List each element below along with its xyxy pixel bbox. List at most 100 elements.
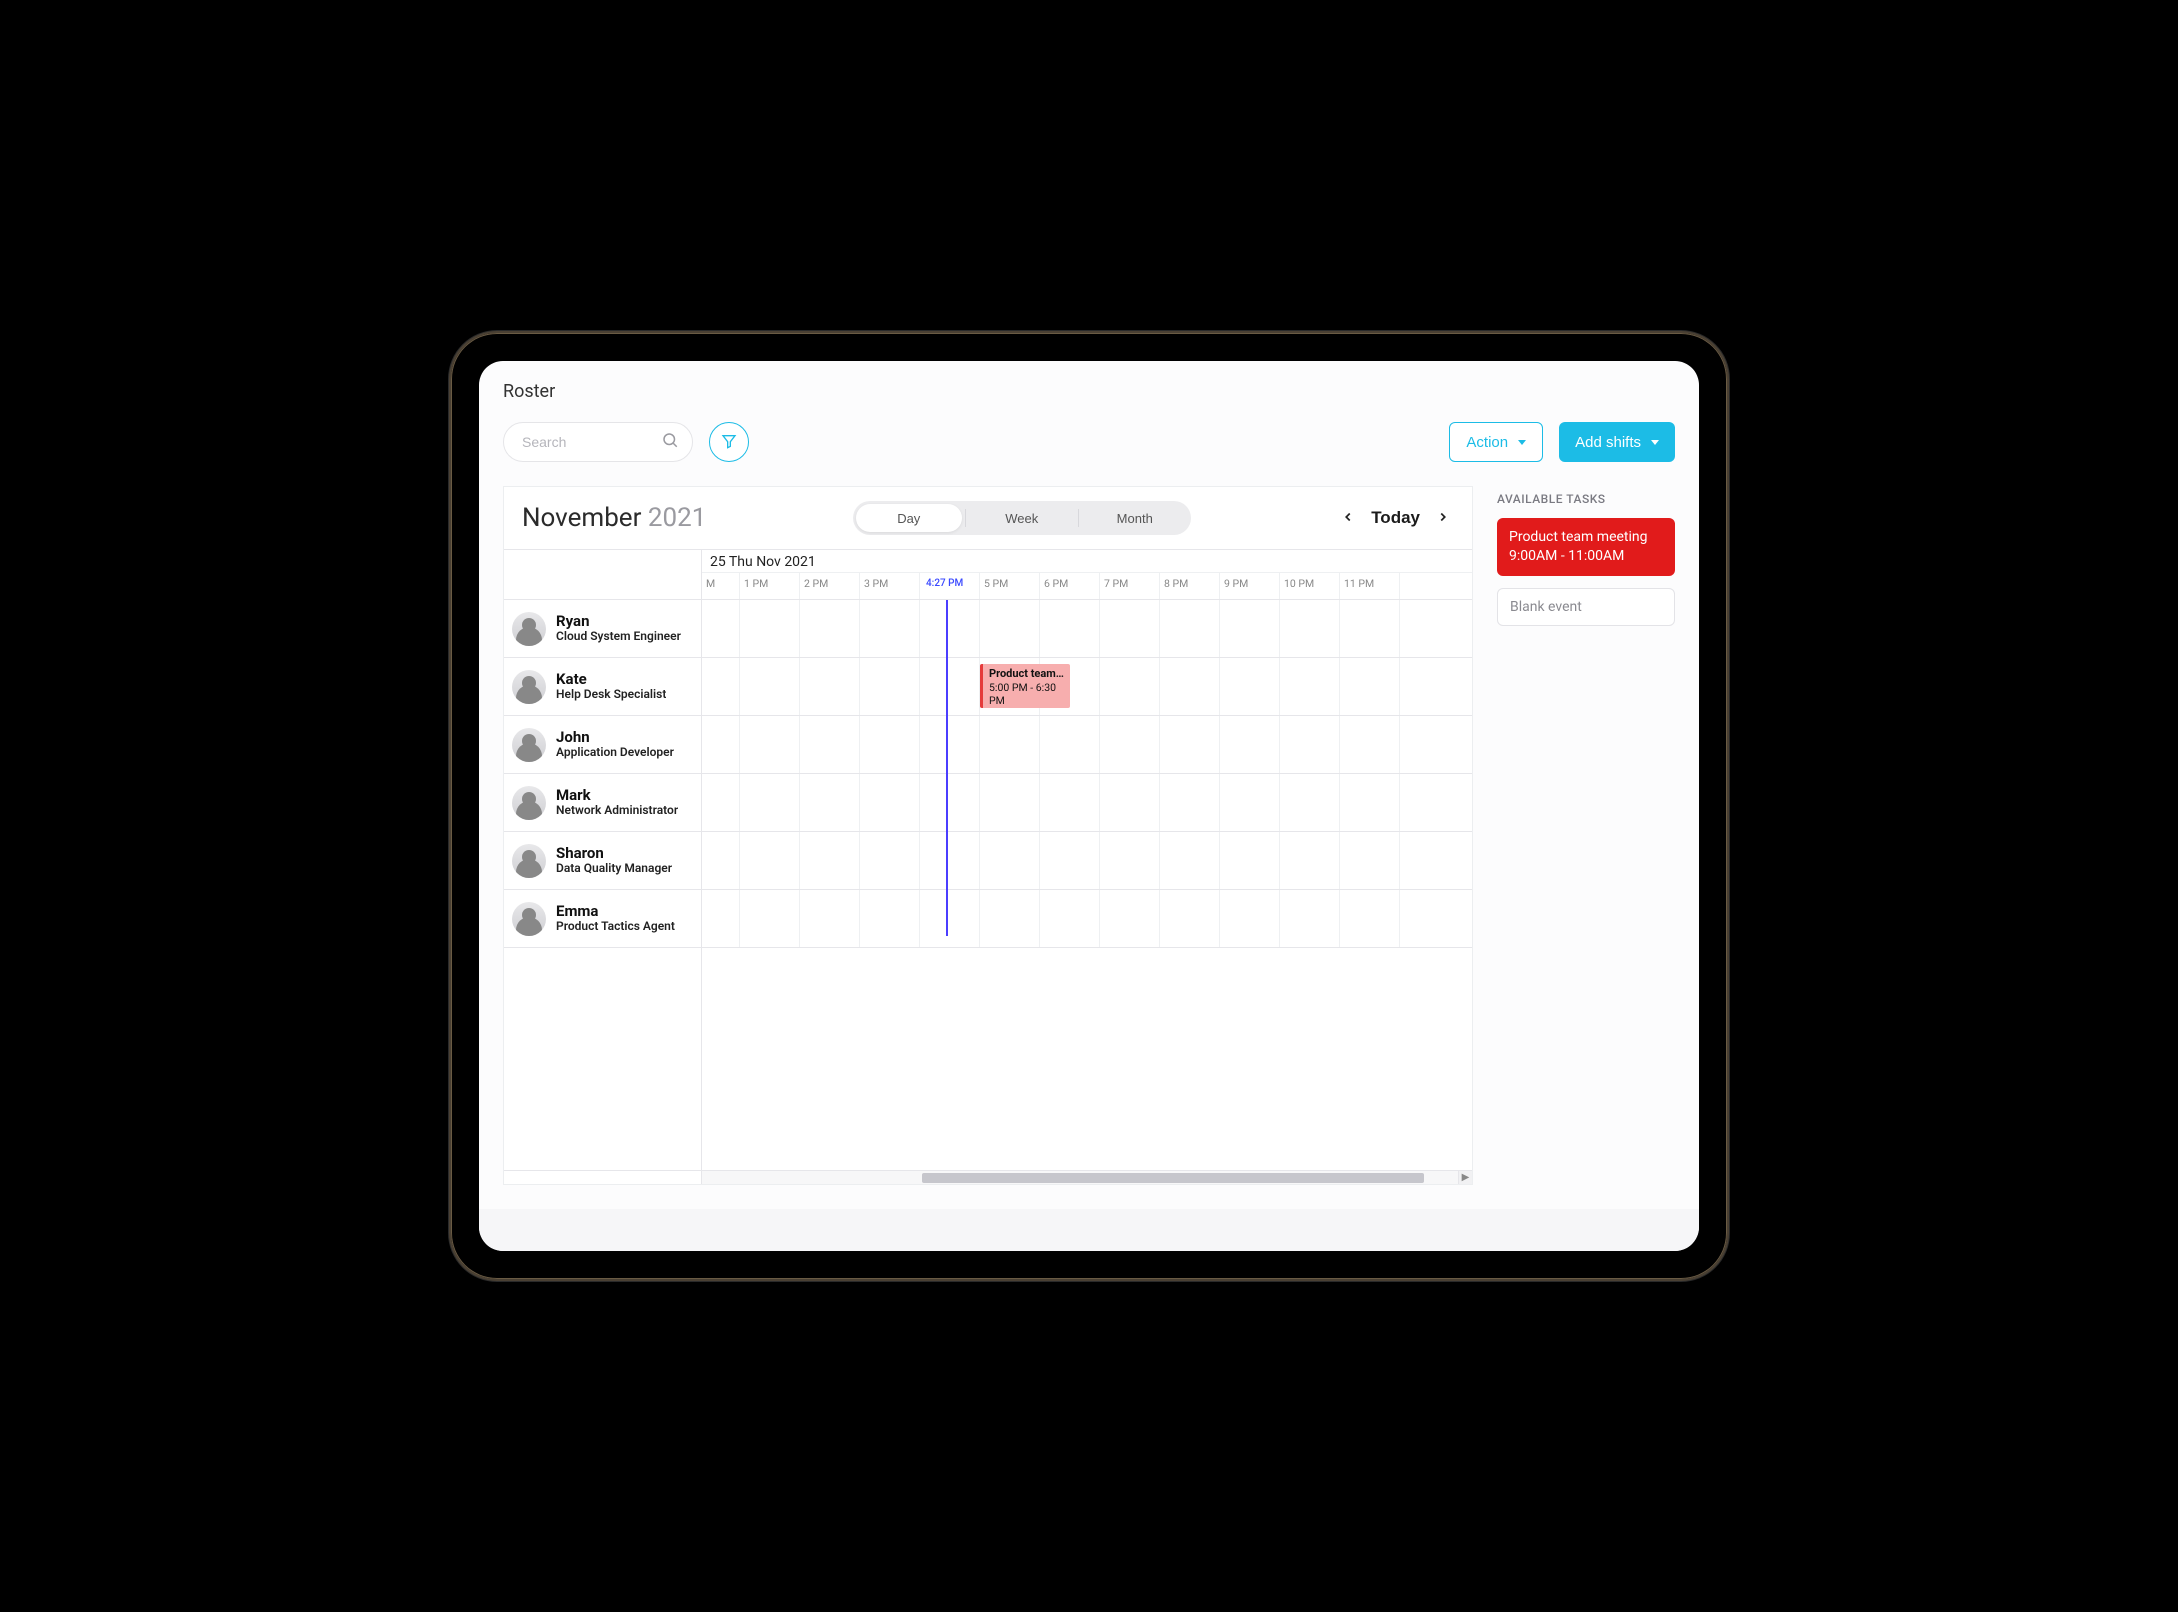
person-info: JohnApplication Developer <box>556 729 674 760</box>
chevron-left-icon <box>1341 508 1355 529</box>
hour-label: 6 PM <box>1040 573 1100 599</box>
view-week-tab[interactable]: Week <box>966 501 1078 535</box>
hour-label: 7 PM <box>1100 573 1160 599</box>
tablet-frame: Roster Action Add shifts <box>449 331 1729 1281</box>
hour-label: 10 PM <box>1280 573 1340 599</box>
hour-label: 1 PM <box>740 573 800 599</box>
person-role: Product Tactics Agent <box>556 920 675 934</box>
date-header: 25 Thu Nov 2021 <box>702 550 1472 573</box>
timeline-row[interactable] <box>702 658 1472 716</box>
blank-event-label: Blank event <box>1510 599 1582 615</box>
next-day-button[interactable] <box>1432 504 1454 533</box>
hour-label: 9 PM <box>1220 573 1280 599</box>
chevron-down-icon <box>1651 440 1659 445</box>
person-info: EmmaProduct Tactics Agent <box>556 903 675 934</box>
person-name: John <box>556 729 674 746</box>
roster-panel: November 2021 Day Week Month <box>503 486 1473 1185</box>
year-label: 2021 <box>648 503 706 533</box>
today-button[interactable]: Today <box>1371 508 1420 528</box>
event-time: 5:00 PM - 6:30 PM <box>989 681 1064 707</box>
hour-label: M <box>702 573 740 599</box>
roster-grid: RyanCloud System Engineer KateHelp Desk S… <box>504 549 1472 1184</box>
person-name: Sharon <box>556 845 672 862</box>
toolbar: Action Add shifts <box>479 412 1699 486</box>
person-name: Mark <box>556 787 678 804</box>
person-name: Ryan <box>556 613 681 630</box>
avatar <box>512 844 546 878</box>
hours-row: M1 PM2 PM3 PM4 PM5 PM6 PM7 PM8 PM9 PM10 … <box>702 573 1472 599</box>
month-label: November <box>522 503 641 533</box>
content-area: November 2021 Day Week Month <box>479 486 1699 1209</box>
month-year-title: November 2021 <box>522 503 706 533</box>
person-info: SharonData Quality Manager <box>556 845 672 876</box>
available-tasks-heading: AVAILABLE TASKS <box>1497 486 1675 506</box>
app-screen: Roster Action Add shifts <box>479 361 1699 1251</box>
avatar <box>512 670 546 704</box>
blank-event-card[interactable]: Blank event <box>1497 588 1675 626</box>
task-title: Product team meeting <box>1509 528 1663 547</box>
filter-icon <box>721 433 737 452</box>
person-info: MarkNetwork Administrator <box>556 787 678 818</box>
hour-label: 3 PM <box>860 573 920 599</box>
search-icon <box>661 431 679 453</box>
view-toggle: Day Week Month <box>853 501 1191 535</box>
timeline-panel[interactable]: 25 Thu Nov 2021 M1 PM2 PM3 PM4 PM5 PM6 P… <box>702 550 1472 1170</box>
prev-day-button[interactable] <box>1337 504 1359 533</box>
person-row[interactable]: KateHelp Desk Specialist <box>504 658 701 716</box>
hour-label: 8 PM <box>1160 573 1220 599</box>
timeline-row[interactable] <box>702 832 1472 890</box>
scroll-right-arrow-icon[interactable]: ▶ <box>1458 1171 1472 1184</box>
person-info: KateHelp Desk Specialist <box>556 671 666 702</box>
person-row[interactable]: JohnApplication Developer <box>504 716 701 774</box>
avatar <box>512 786 546 820</box>
action-label: Action <box>1466 434 1508 451</box>
person-role: Application Developer <box>556 746 674 760</box>
filter-button[interactable] <box>709 422 749 462</box>
person-role: Network Administrator <box>556 804 678 818</box>
action-dropdown[interactable]: Action <box>1449 422 1543 462</box>
scrollbar-track[interactable] <box>702 1171 1458 1184</box>
available-tasks-panel: AVAILABLE TASKS Product team meeting 9:0… <box>1497 486 1675 1185</box>
timeline-row[interactable] <box>702 774 1472 832</box>
avatar <box>512 902 546 936</box>
person-row[interactable]: SharonData Quality Manager <box>504 832 701 890</box>
timeline-row[interactable] <box>702 600 1472 658</box>
person-role: Cloud System Engineer <box>556 630 681 644</box>
people-header-spacer <box>504 550 701 600</box>
hour-label: 2 PM <box>800 573 860 599</box>
avatar <box>512 612 546 646</box>
view-month-tab[interactable]: Month <box>1079 501 1191 535</box>
shift-event[interactable]: Product team …5:00 PM - 6:30 PM <box>980 664 1070 708</box>
scrollbar-thumb[interactable] <box>922 1173 1424 1183</box>
avatar <box>512 728 546 762</box>
hour-label: 5 PM <box>980 573 1040 599</box>
footer-strip <box>479 1209 1699 1251</box>
person-name: Emma <box>556 903 675 920</box>
view-day-tab[interactable]: Day <box>856 504 962 532</box>
timeline-row[interactable] <box>702 716 1472 774</box>
calendar-header: November 2021 Day Week Month <box>504 487 1472 549</box>
person-role: Help Desk Specialist <box>556 688 666 702</box>
person-row[interactable]: MarkNetwork Administrator <box>504 774 701 832</box>
person-name: Kate <box>556 671 666 688</box>
person-row[interactable]: RyanCloud System Engineer <box>504 600 701 658</box>
add-shifts-dropdown[interactable]: Add shifts <box>1559 422 1675 462</box>
page-title: Roster <box>479 361 1699 412</box>
hour-label: 11 PM <box>1340 573 1400 599</box>
people-column: RyanCloud System Engineer KateHelp Desk S… <box>504 550 702 1170</box>
timeline-row[interactable] <box>702 890 1472 948</box>
timeline-header: 25 Thu Nov 2021 M1 PM2 PM3 PM4 PM5 PM6 P… <box>702 550 1472 600</box>
chevron-right-icon <box>1436 508 1450 529</box>
horizontal-scrollbar[interactable]: ▶ <box>504 1170 1472 1184</box>
task-card[interactable]: Product team meeting 9:00AM - 11:00AM <box>1497 518 1675 576</box>
chevron-down-icon <box>1518 440 1526 445</box>
event-title: Product team … <box>989 667 1064 681</box>
search-field-wrap <box>503 422 693 462</box>
current-time-label: 4:27 PM <box>924 578 965 589</box>
current-time-line <box>946 600 948 936</box>
person-info: RyanCloud System Engineer <box>556 613 681 644</box>
person-row[interactable]: EmmaProduct Tactics Agent <box>504 890 701 948</box>
add-shifts-label: Add shifts <box>1575 434 1641 451</box>
person-role: Data Quality Manager <box>556 862 672 876</box>
date-nav: Today <box>1337 504 1454 533</box>
